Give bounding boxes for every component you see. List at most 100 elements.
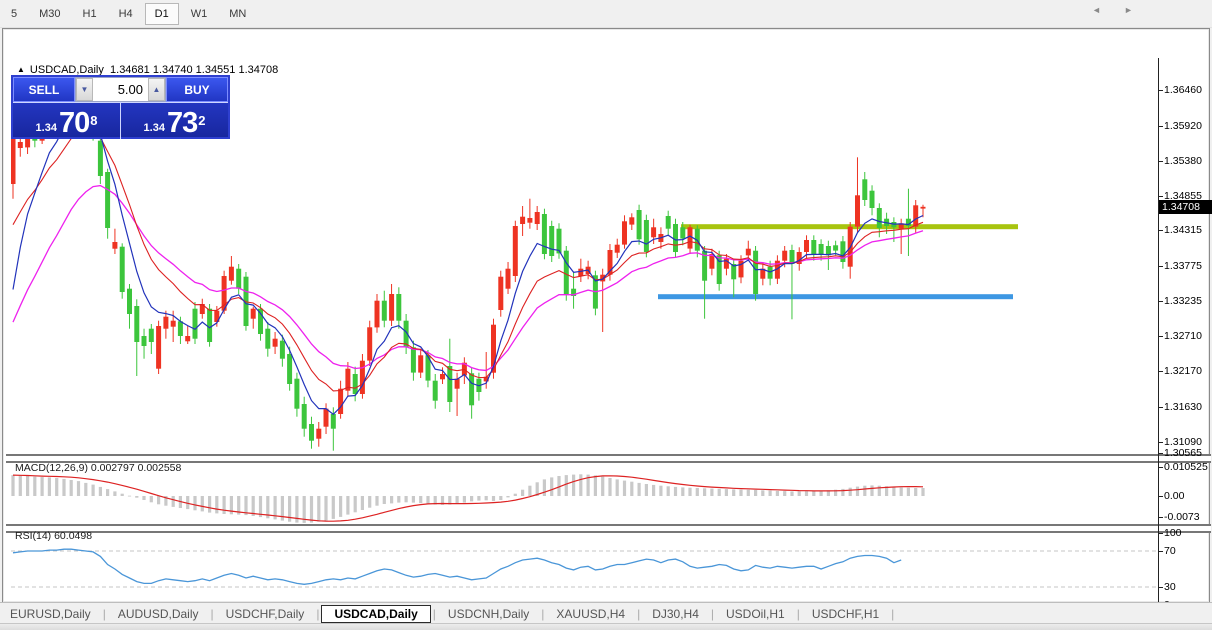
macd-histogram-bar — [681, 487, 685, 496]
price-axis-label-tick — [1159, 442, 1163, 443]
macd-histogram-bar — [783, 491, 787, 496]
candle-body — [309, 424, 314, 441]
macd-histogram-bar — [550, 477, 554, 496]
timeframe-button-m30[interactable]: M30 — [29, 3, 70, 25]
macd-histogram-bar — [455, 496, 459, 504]
macd-histogram-bar — [572, 474, 576, 496]
candle-body — [862, 179, 868, 200]
chart-tab-usdchf-daily[interactable]: USDCHF,Daily — [216, 605, 315, 623]
timeframe-button-h1[interactable]: H1 — [73, 3, 107, 25]
candle-body — [811, 240, 817, 254]
macd-histogram-bar — [688, 487, 692, 496]
macd-histogram-bar — [601, 476, 605, 496]
volume-input[interactable]: 5.00 — [93, 78, 148, 101]
buy-price-small: 1.34 — [143, 122, 165, 134]
candle-body — [767, 266, 773, 279]
candle-body — [541, 214, 547, 254]
rsi-label: RSI(14) 60.0498 — [15, 530, 93, 542]
macd-histogram-bar — [695, 488, 699, 496]
macd-histogram-bar — [673, 486, 678, 496]
macd-histogram-bar — [732, 489, 736, 496]
tabs-scroll-right-arrow[interactable]: ► — [1124, 5, 1133, 15]
buy-price[interactable]: 1.34 73 2 — [121, 103, 228, 139]
timeframe-button-w1[interactable]: W1 — [181, 3, 218, 25]
candle-body — [185, 336, 191, 342]
chart-tab-audusd-daily[interactable]: AUDUSD,Daily — [108, 605, 209, 623]
sell-price-big: 70 — [58, 107, 90, 139]
tabs-scroll-left-arrow[interactable]: ◄ — [1092, 5, 1101, 15]
macd-pane[interactable] — [11, 460, 1158, 525]
candle-body — [134, 306, 140, 342]
timeframe-button-h4[interactable]: H4 — [109, 3, 143, 25]
sell-price-small: 1.34 — [35, 122, 57, 134]
price-axis-label-tick — [1159, 90, 1163, 91]
chart-tab-usdcad-daily[interactable]: USDCAD,Daily — [321, 604, 431, 623]
chart-tab-eurusd-daily[interactable]: EURUSD,Daily — [0, 605, 101, 623]
sell-price[interactable]: 1.34 70 8 — [13, 103, 121, 139]
candle-body — [636, 210, 642, 240]
chart-tab-xauusd-h4[interactable]: XAUUSD,H4 — [546, 605, 635, 623]
candle-body — [279, 340, 285, 359]
candle-body — [614, 244, 620, 253]
macd-histogram-bar — [135, 496, 139, 498]
rsi-pane[interactable] — [11, 528, 1158, 613]
candle-body — [512, 226, 518, 276]
chart-tab-usdcnh-daily[interactable]: USDCNH,Daily — [438, 605, 539, 623]
macd-histogram-bar — [637, 482, 641, 496]
macd-histogram-bar — [513, 493, 517, 496]
macd-histogram-bar — [797, 491, 801, 496]
candle-body — [301, 404, 307, 429]
candle-body — [753, 250, 759, 294]
chart-tab-dj30-h4[interactable]: DJ30,H4 — [642, 605, 709, 623]
candle-body — [163, 316, 169, 329]
macd-histogram-bar — [346, 496, 350, 515]
candle-body — [578, 268, 584, 276]
chart-tab-usdchf-h1[interactable]: USDCHF,H1 — [802, 605, 889, 623]
chart-tab-usdoil-h1[interactable]: USDOil,H1 — [716, 605, 795, 623]
macd-histogram-bar — [579, 474, 583, 496]
timeframe-button-5[interactable]: 5 — [1, 3, 27, 25]
macd-histogram-bar — [754, 490, 758, 496]
macd-histogram-bar — [652, 484, 656, 496]
hline-support[interactable] — [658, 294, 1013, 300]
macd-histogram-bar — [149, 496, 153, 503]
candle-body — [789, 250, 795, 264]
candle-body — [177, 321, 183, 336]
macd-histogram-bar — [127, 495, 132, 497]
pane-divider[interactable] — [6, 524, 1211, 533]
macd-histogram-bar — [200, 496, 204, 512]
macd-histogram-bar — [630, 481, 634, 496]
sell-price-sup: 8 — [90, 113, 98, 128]
macd-histogram-bar — [899, 487, 903, 496]
macd-histogram-bar — [863, 485, 867, 496]
macd-histogram-bar — [739, 489, 743, 496]
macd-axis-label: 0.00 — [1164, 490, 1185, 502]
rsi-axis-label-tick — [1159, 533, 1163, 534]
macd-histogram-bar — [855, 486, 860, 496]
candle-body — [855, 195, 860, 227]
current-price-tag: 1.34708 — [1159, 200, 1212, 214]
macd-histogram-bar — [484, 496, 488, 501]
volume-decrease-button[interactable]: ▼ — [76, 78, 93, 101]
macd-histogram-bar — [76, 481, 81, 496]
macd-axis-label-tick — [1159, 467, 1163, 468]
candle-body — [11, 136, 16, 184]
macd-label: MACD(12,26,9) 0.002797 0.002558 — [15, 462, 182, 474]
macd-axis-label: -0.0073 — [1164, 511, 1200, 523]
candle-body — [818, 244, 824, 254]
candle-body — [782, 250, 788, 261]
macd-histogram-bar — [666, 486, 670, 496]
buy-button[interactable]: BUY — [166, 77, 228, 102]
timeframe-button-mn[interactable]: MN — [219, 3, 256, 25]
candle-body — [651, 227, 657, 238]
macd-histogram-bar — [26, 476, 30, 496]
macd-histogram-bar — [659, 485, 663, 496]
price-axis-label: 1.32170 — [1164, 365, 1202, 377]
macd-histogram-bar — [608, 478, 612, 496]
sell-button[interactable]: SELL — [13, 77, 75, 102]
volume-increase-button[interactable]: ▲ — [148, 78, 165, 101]
macd-histogram-bar — [499, 496, 503, 500]
candle-body — [913, 205, 919, 227]
timeframe-button-d1[interactable]: D1 — [144, 2, 179, 25]
pane-divider[interactable] — [6, 454, 1211, 463]
